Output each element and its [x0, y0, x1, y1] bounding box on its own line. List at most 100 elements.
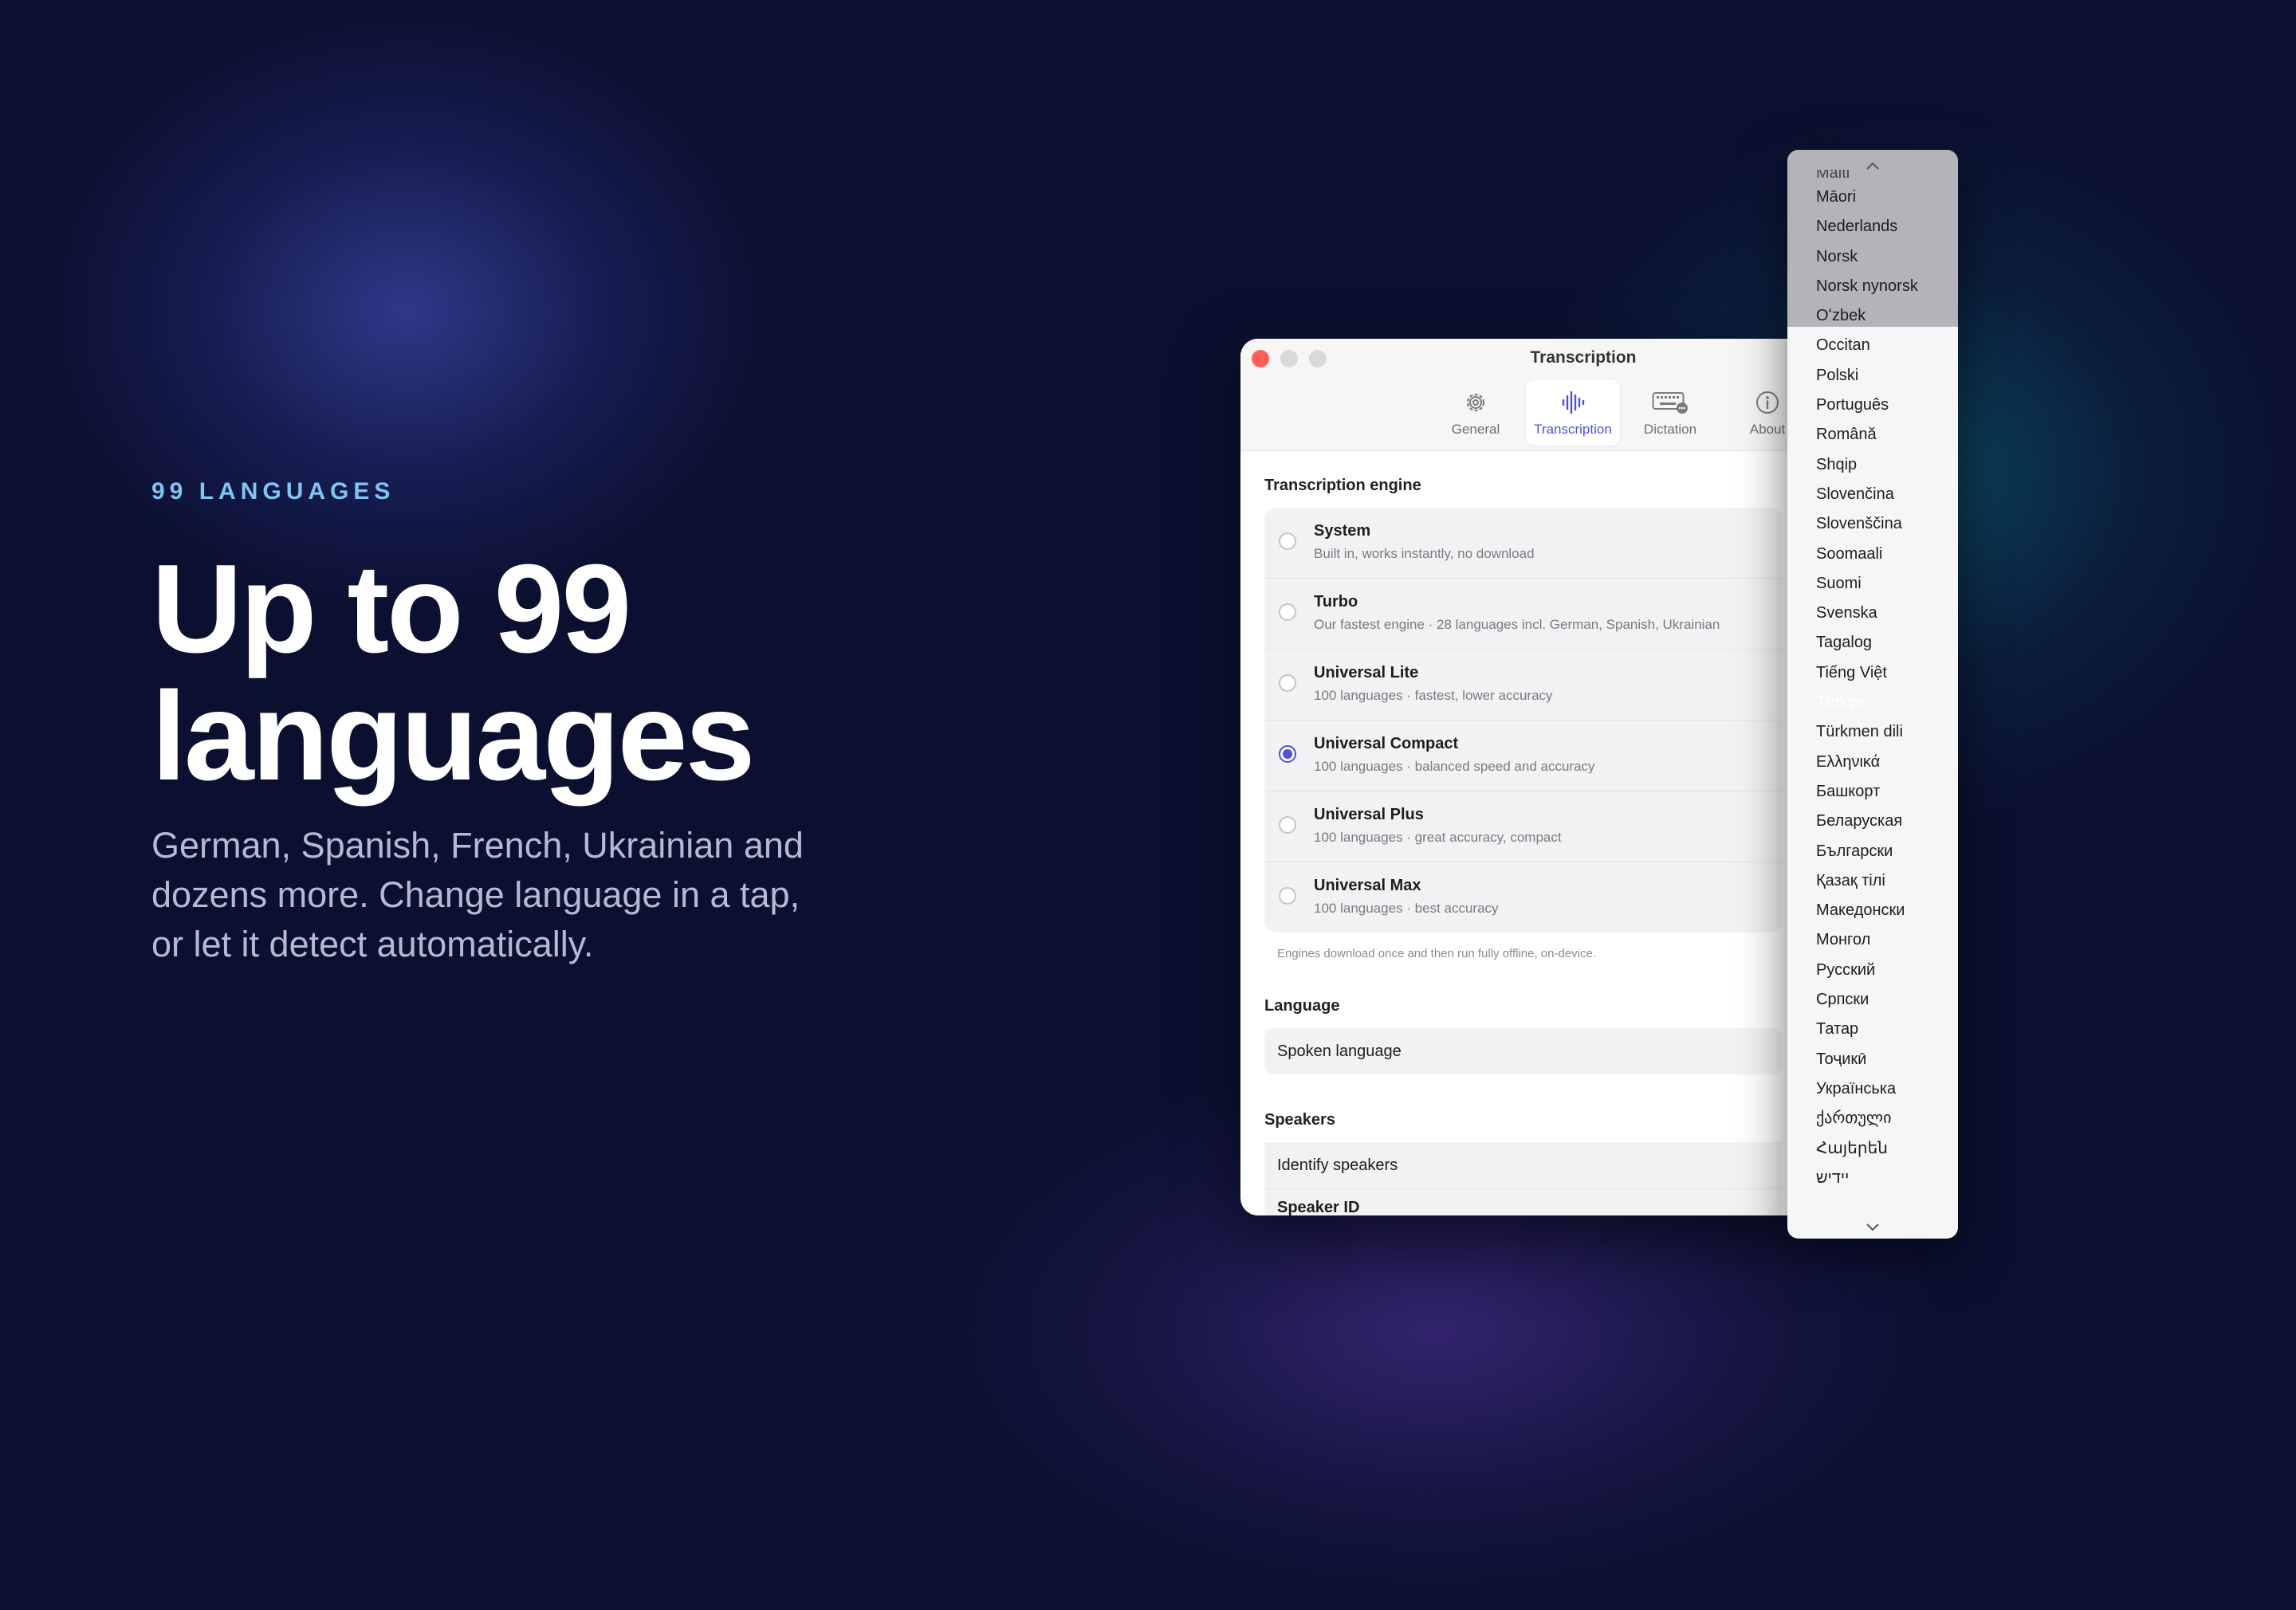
tab-transcription-label: Transcription — [1534, 422, 1612, 437]
language-item-label: Српски — [1816, 991, 1869, 1009]
language-item[interactable]: Svenska — [1787, 599, 1958, 628]
language-item-label: Ελληνικά — [1816, 752, 1881, 771]
radio-button[interactable] — [1279, 603, 1296, 621]
language-item-label: Nederlands — [1816, 218, 1898, 236]
language-item[interactable]: Norsk nynorsk — [1787, 272, 1958, 301]
language-item-label: Български — [1816, 842, 1893, 860]
language-item-label: Македонски — [1816, 901, 1905, 920]
language-item[interactable]: Українська — [1787, 1074, 1958, 1104]
language-item[interactable]: ქართული — [1787, 1104, 1958, 1133]
language-item-label: Shqip — [1816, 455, 1858, 473]
language-item[interactable]: Türkmen dili — [1787, 717, 1958, 747]
eyebrow-label: 99 LANGUAGES — [151, 478, 395, 505]
tab-about-label: About — [1749, 422, 1786, 437]
settings-window: Transcription General Transcription Dict… — [1240, 339, 1807, 1215]
engine-option-universal-compact[interactable]: Universal Compact 100 languages · balanc… — [1264, 721, 1783, 791]
language-item[interactable]: Қазақ тілі — [1787, 866, 1958, 896]
settings-tabs: General Transcription Dictation About — [1429, 380, 1807, 446]
language-item-selected[interactable]: Türkçe — [1787, 688, 1958, 718]
speakers-section-title: Speakers — [1264, 1111, 1335, 1129]
language-item[interactable]: Ελληνικά — [1787, 748, 1958, 777]
language-item-label: Русский — [1816, 960, 1876, 979]
keyboard-icon — [1652, 388, 1689, 417]
engine-option-universal-lite[interactable]: Universal Lite 100 languages · fastest, … — [1264, 650, 1783, 721]
language-item[interactable]: Occitan — [1787, 331, 1958, 360]
language-item[interactable]: Português — [1787, 391, 1958, 420]
speaker-id-label: Speaker ID — [1277, 1199, 1360, 1215]
engine-option-universal-max[interactable]: Universal Max 100 languages · best accur… — [1264, 862, 1783, 933]
language-item[interactable]: Polski — [1787, 361, 1958, 391]
subtitle: German, Spanish, French, Ukrainian and d… — [151, 825, 804, 964]
chevron-down-icon[interactable] — [1787, 1218, 1958, 1237]
language-item-label: Māori — [1816, 188, 1857, 206]
language-item[interactable]: Беларуская — [1787, 807, 1958, 836]
engine-option-universal-plus[interactable]: Universal Plus 100 languages · great acc… — [1264, 791, 1783, 862]
language-item-label: ქართული — [1816, 1109, 1892, 1128]
tab-dictation-label: Dictation — [1643, 422, 1697, 437]
radio-button[interactable] — [1279, 674, 1296, 692]
language-item[interactable]: Slovenščina — [1787, 509, 1958, 539]
engine-footnote: Engines download once and then run fully… — [1277, 947, 1596, 960]
language-item[interactable]: Тоҷикӣ — [1787, 1045, 1958, 1074]
engine-description: 100 languages · great accuracy, compact — [1314, 830, 1562, 845]
language-item-label: Tiếng Việt — [1816, 663, 1887, 681]
language-item-label: Հայերեն — [1816, 1139, 1888, 1157]
language-item[interactable]: Română — [1787, 420, 1958, 450]
language-item[interactable]: Slovenčina — [1787, 480, 1958, 509]
spoken-language-label: Spoken language — [1277, 1043, 1402, 1060]
language-item[interactable]: Shqip — [1787, 450, 1958, 480]
headline-line-1: Up to 99 — [151, 539, 631, 679]
spoken-language-row[interactable]: Spoken language — [1264, 1028, 1783, 1074]
engine-option-turbo[interactable]: Turbo Our fastest engine · 28 languages … — [1264, 579, 1783, 650]
language-item-label: Қазақ тілі — [1816, 871, 1885, 889]
language-item-label: Occitan — [1816, 336, 1870, 355]
language-item[interactable]: Tagalog — [1787, 628, 1958, 658]
engine-options: System Built in, works instantly, no dow… — [1264, 508, 1783, 933]
tab-general[interactable]: General — [1429, 380, 1523, 446]
radio-button[interactable] — [1279, 816, 1296, 834]
language-dropdown-menu: Malti Māori Nederlands Norsk Norsk nynorsk O… — [1787, 150, 1958, 1239]
language-item[interactable]: Māori — [1787, 183, 1958, 212]
engine-name: Universal Max — [1314, 877, 1421, 894]
tab-dictation[interactable]: Dictation — [1623, 380, 1717, 446]
speaker-id-row[interactable]: Speaker ID — [1264, 1189, 1783, 1215]
language-item[interactable]: Български — [1787, 837, 1958, 866]
language-item-label: Norsk — [1816, 247, 1858, 265]
language-item[interactable]: Soomaali — [1787, 540, 1958, 569]
language-item[interactable]: Suomi — [1787, 569, 1958, 599]
language-item-label: Тоҷикӣ — [1816, 1050, 1867, 1068]
headline-line-2: languages — [151, 666, 755, 807]
engine-option-system[interactable]: System Built in, works instantly, no dow… — [1264, 508, 1783, 579]
language-item[interactable]: Nederlands — [1787, 212, 1958, 242]
language-item[interactable]: Македонски — [1787, 896, 1958, 925]
language-item-partial[interactable]: Malti — [1787, 170, 1958, 183]
radio-button[interactable] — [1279, 532, 1296, 550]
language-item-label: Norsk nynorsk — [1816, 277, 1918, 295]
language-item[interactable]: Tiếng Việt — [1787, 658, 1958, 688]
language-item[interactable]: Башкорт — [1787, 777, 1958, 807]
radio-button[interactable] — [1279, 887, 1296, 905]
language-item[interactable]: Русский — [1787, 956, 1958, 985]
language-item[interactable]: Oʻzbek — [1787, 301, 1958, 331]
language-item-label: Башкорт — [1816, 782, 1881, 800]
engine-name: Universal Compact — [1314, 735, 1459, 752]
language-list: Malti Māori Nederlands Norsk Norsk nynorsk O… — [1787, 170, 1958, 1193]
engine-name: Universal Lite — [1314, 664, 1419, 681]
radio-button-selected[interactable] — [1279, 745, 1296, 763]
identify-speakers-label: Identify speakers — [1277, 1156, 1398, 1174]
language-item-label: Português — [1816, 396, 1889, 414]
identify-speakers-row[interactable]: Identify speakers — [1264, 1142, 1783, 1189]
language-item-label: Tagalog — [1816, 634, 1873, 652]
language-item[interactable]: Татар — [1787, 1015, 1958, 1044]
language-item[interactable]: Српски — [1787, 985, 1958, 1015]
tab-transcription[interactable]: Transcription — [1526, 380, 1620, 446]
window-titlebar: Transcription General Transcription Dict… — [1240, 339, 1807, 451]
language-item[interactable]: Հայերեն — [1787, 1134, 1958, 1164]
language-item[interactable]: Монгол — [1787, 925, 1958, 955]
speakers-group: Identify speakers Speaker ID — [1264, 1142, 1783, 1215]
language-item-label: Soomaali — [1816, 544, 1883, 563]
language-item-label: Suomi — [1816, 574, 1862, 592]
language-item[interactable]: יידיש — [1787, 1164, 1958, 1193]
language-item[interactable]: Norsk — [1787, 242, 1958, 272]
info-icon — [1754, 388, 1781, 417]
